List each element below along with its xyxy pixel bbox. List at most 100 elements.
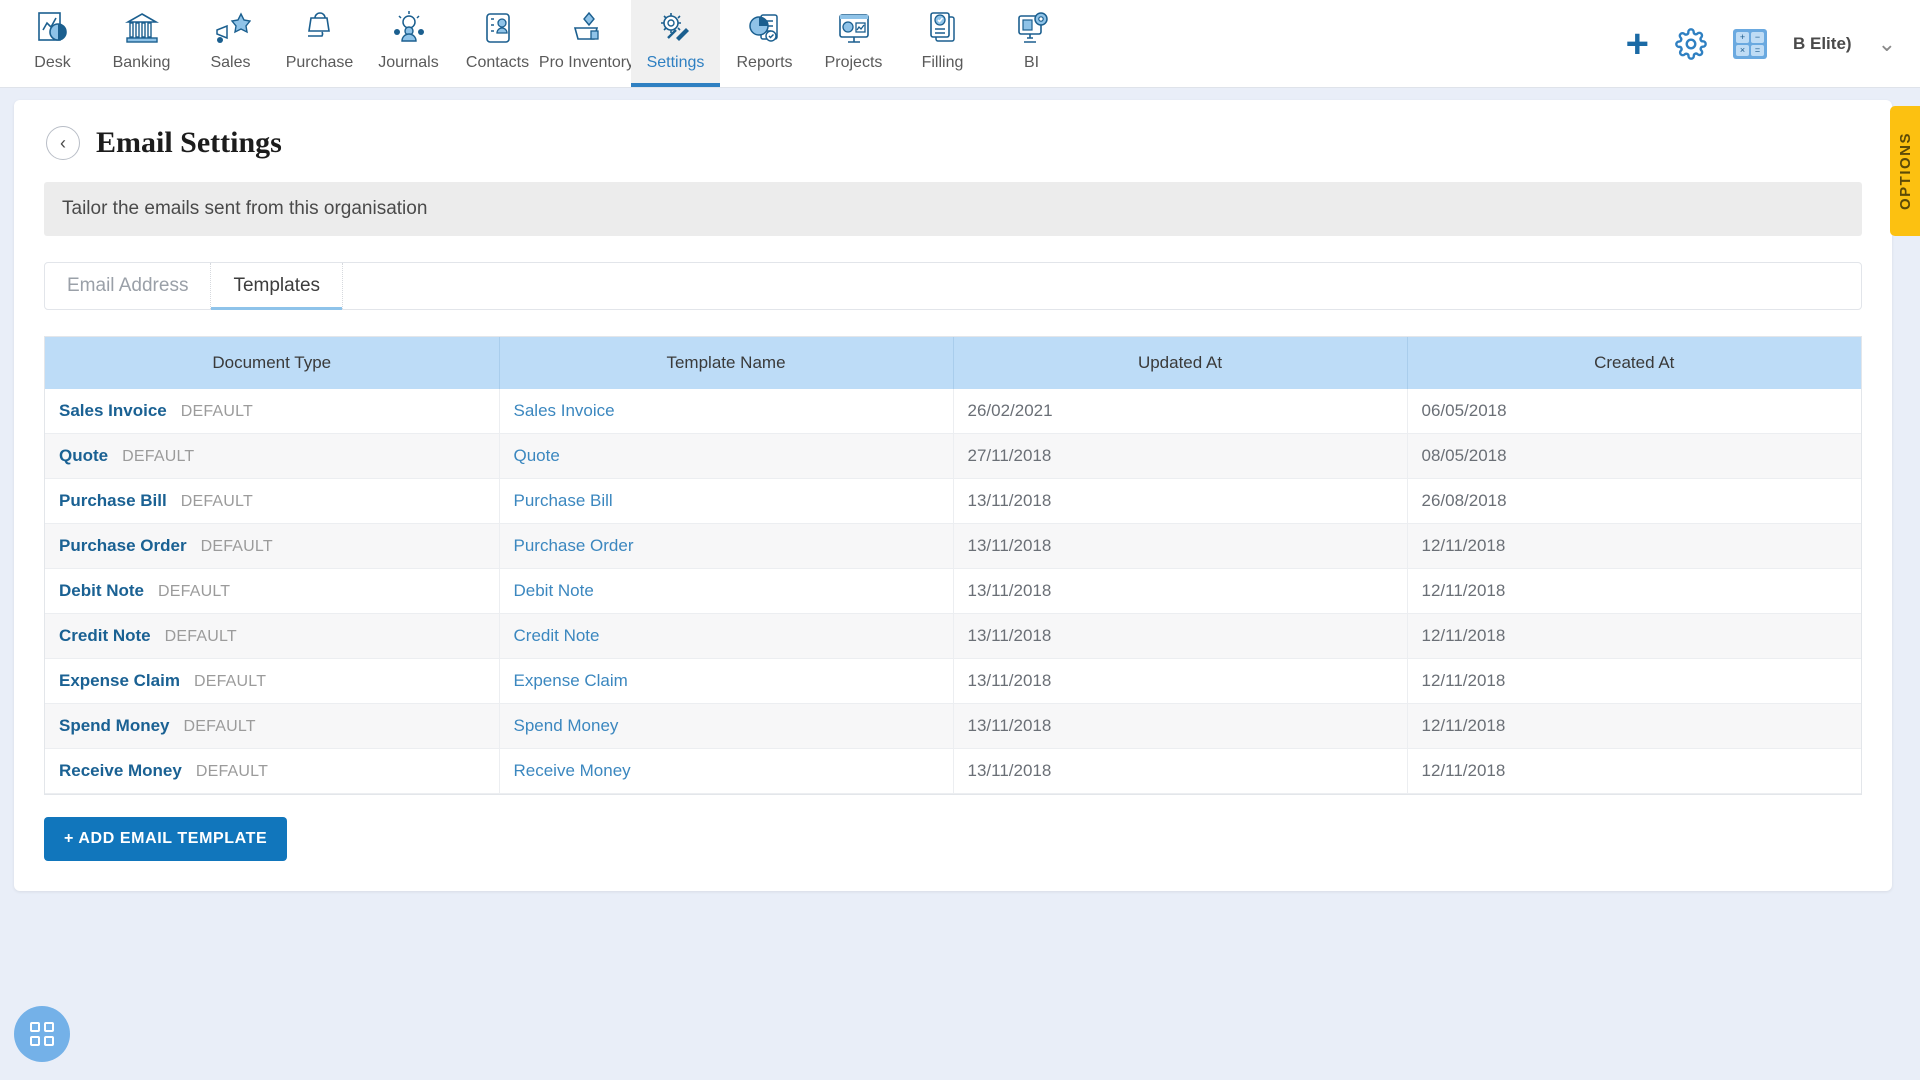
user-name-label[interactable]: B Elite) <box>1793 34 1852 54</box>
table-row: Quote DEFAULT Quote 27/11/2018 08/05/2018 <box>45 433 1861 479</box>
cell-updated-at: 13/11/2018 <box>953 748 1408 794</box>
nav-item-label: BI <box>1023 54 1040 71</box>
cell-updated-at: 13/11/2018 <box>953 703 1408 749</box>
cell-template-name: Expense Claim <box>499 658 954 704</box>
tab-bar: Email Address Templates <box>44 262 1862 310</box>
cell-updated-at: 13/11/2018 <box>953 568 1408 614</box>
default-badge: DEFAULT <box>200 538 273 555</box>
template-name-link[interactable]: Credit Note <box>514 626 600 645</box>
cell-document-type: Sales Invoice DEFAULT <box>45 389 500 434</box>
purchase-bag-icon <box>300 8 340 50</box>
main-content-card: ‹ Email Settings Tailor the emails sent … <box>14 100 1892 891</box>
options-side-tab[interactable]: OPTIONS <box>1890 106 1920 236</box>
template-name-link[interactable]: Purchase Bill <box>514 491 613 510</box>
cell-created-at: 12/11/2018 <box>1407 703 1861 749</box>
cell-created-at: 12/11/2018 <box>1407 523 1861 569</box>
nav-item-projects[interactable]: Projects <box>809 0 898 87</box>
chevron-down-icon[interactable]: ⌄ <box>1878 31 1896 57</box>
cell-document-type: Purchase Order DEFAULT <box>45 523 500 569</box>
options-tab-label: OPTIONS <box>1896 131 1914 210</box>
default-badge: DEFAULT <box>180 493 253 510</box>
document-type-link[interactable]: Expense Claim <box>59 671 180 690</box>
template-name-link[interactable]: Sales Invoice <box>514 401 615 420</box>
table-row: Credit Note DEFAULT Credit Note 13/11/2018 1… <box>45 613 1861 659</box>
cell-created-at: 12/11/2018 <box>1407 658 1861 704</box>
tab-email-address[interactable]: Email Address <box>45 263 212 309</box>
nav-item-bi[interactable]: BI <box>987 0 1076 87</box>
table-row: Purchase Order DEFAULT Purchase Order 13/11… <box>45 523 1861 569</box>
template-name-link[interactable]: Quote <box>514 446 560 465</box>
nav-item-settings[interactable]: Settings <box>631 0 720 87</box>
filling-docs-icon <box>923 8 963 50</box>
settings-tools-icon <box>656 8 696 50</box>
nav-item-label: Projects <box>824 54 883 71</box>
column-header-created-at: Created At <box>1407 337 1861 389</box>
column-header-document-type: Document Type <box>45 337 500 389</box>
table-row: Expense Claim DEFAULT Expense Claim 13/11/2… <box>45 658 1861 704</box>
calc-glyph-equals: = <box>1751 44 1764 56</box>
tab-templates[interactable]: Templates <box>211 263 344 310</box>
cell-template-name: Spend Money <box>499 703 954 749</box>
back-button[interactable]: ‹ <box>46 126 80 160</box>
template-name-link[interactable]: Debit Note <box>514 581 594 600</box>
nav-item-journals[interactable]: Journals <box>364 0 453 87</box>
cell-document-type: Purchase Bill DEFAULT <box>45 478 500 524</box>
document-type-link[interactable]: Purchase Bill <box>59 491 167 510</box>
apps-grid-fab[interactable] <box>14 1006 70 1062</box>
nav-item-sales[interactable]: Sales <box>186 0 275 87</box>
document-type-link[interactable]: Quote <box>59 446 108 465</box>
table-header-row: Document Type Template Name Updated At Crea… <box>45 337 1861 389</box>
add-email-template-button[interactable]: + ADD EMAIL TEMPLATE <box>44 817 288 861</box>
nav-item-banking[interactable]: Banking <box>97 0 186 87</box>
default-badge: DEFAULT <box>180 403 253 420</box>
cell-updated-at: 26/02/2021 <box>953 389 1408 434</box>
template-name-link[interactable]: Spend Money <box>514 716 619 735</box>
document-type-link[interactable]: Sales Invoice <box>59 401 167 420</box>
table-row: Spend Money DEFAULT Spend Money 13/11/2018 1… <box>45 703 1861 749</box>
default-badge: DEFAULT <box>158 583 231 600</box>
table-row: Receive Money DEFAULT Receive Money 13/11/2… <box>45 748 1861 794</box>
nav-item-filling[interactable]: Filling <box>898 0 987 87</box>
inventory-cart-icon <box>567 8 607 50</box>
calc-glyph-minus: − <box>1751 31 1764 43</box>
table-row: Purchase Bill DEFAULT Purchase Bill 13/11/2… <box>45 478 1861 524</box>
document-type-link[interactable]: Receive Money <box>59 761 182 780</box>
nav-item-purchase[interactable]: Purchase <box>275 0 364 87</box>
template-name-link[interactable]: Receive Money <box>514 761 631 780</box>
grid-apps-icon <box>30 1022 54 1046</box>
cell-template-name: Receive Money <box>499 748 954 794</box>
cell-created-at: 26/08/2018 <box>1407 478 1861 524</box>
document-type-link[interactable]: Debit Note <box>59 581 144 600</box>
plus-icon[interactable]: + <box>1626 24 1649 64</box>
desk-chart-icon <box>33 8 73 50</box>
template-name-link[interactable]: Purchase Order <box>514 536 634 555</box>
nav-item-desk[interactable]: Desk <box>8 0 97 87</box>
document-type-link[interactable]: Spend Money <box>59 716 170 735</box>
cell-created-at: 12/11/2018 <box>1407 613 1861 659</box>
sales-megaphone-icon <box>211 8 251 50</box>
cell-document-type: Receive Money DEFAULT <box>45 748 500 794</box>
template-name-link[interactable]: Expense Claim <box>514 671 628 690</box>
page-description-banner: Tailor the emails sent from this organis… <box>44 182 1862 236</box>
default-badge: DEFAULT <box>195 763 269 780</box>
cell-created-at: 08/05/2018 <box>1407 433 1861 479</box>
nav-item-pro-inventory[interactable]: Pro Inventory <box>539 0 634 87</box>
table-row: Debit Note DEFAULT Debit Note 13/11/2018 12/… <box>45 568 1861 614</box>
bank-building-icon <box>122 8 162 50</box>
nav-item-reports[interactable]: Reports <box>720 0 809 87</box>
nav-item-label: Filling <box>921 54 964 71</box>
cell-created-at: 06/05/2018 <box>1407 389 1861 434</box>
nav-item-contacts[interactable]: Contacts <box>453 0 542 87</box>
document-type-link[interactable]: Credit Note <box>59 626 151 645</box>
document-type-link[interactable]: Purchase Order <box>59 536 187 555</box>
reports-pie-icon <box>745 8 785 50</box>
page-title: Email Settings <box>96 126 282 159</box>
gear-icon[interactable] <box>1675 27 1707 60</box>
cell-template-name: Purchase Bill <box>499 478 954 524</box>
cell-template-name: Credit Note <box>499 613 954 659</box>
journals-people-icon <box>389 8 429 50</box>
calculator-icon[interactable]: + − × = <box>1733 28 1767 59</box>
cell-template-name: Purchase Order <box>499 523 954 569</box>
templates-table: Document Type Template Name Updated At Crea… <box>45 337 1861 794</box>
projects-board-icon <box>834 8 874 50</box>
